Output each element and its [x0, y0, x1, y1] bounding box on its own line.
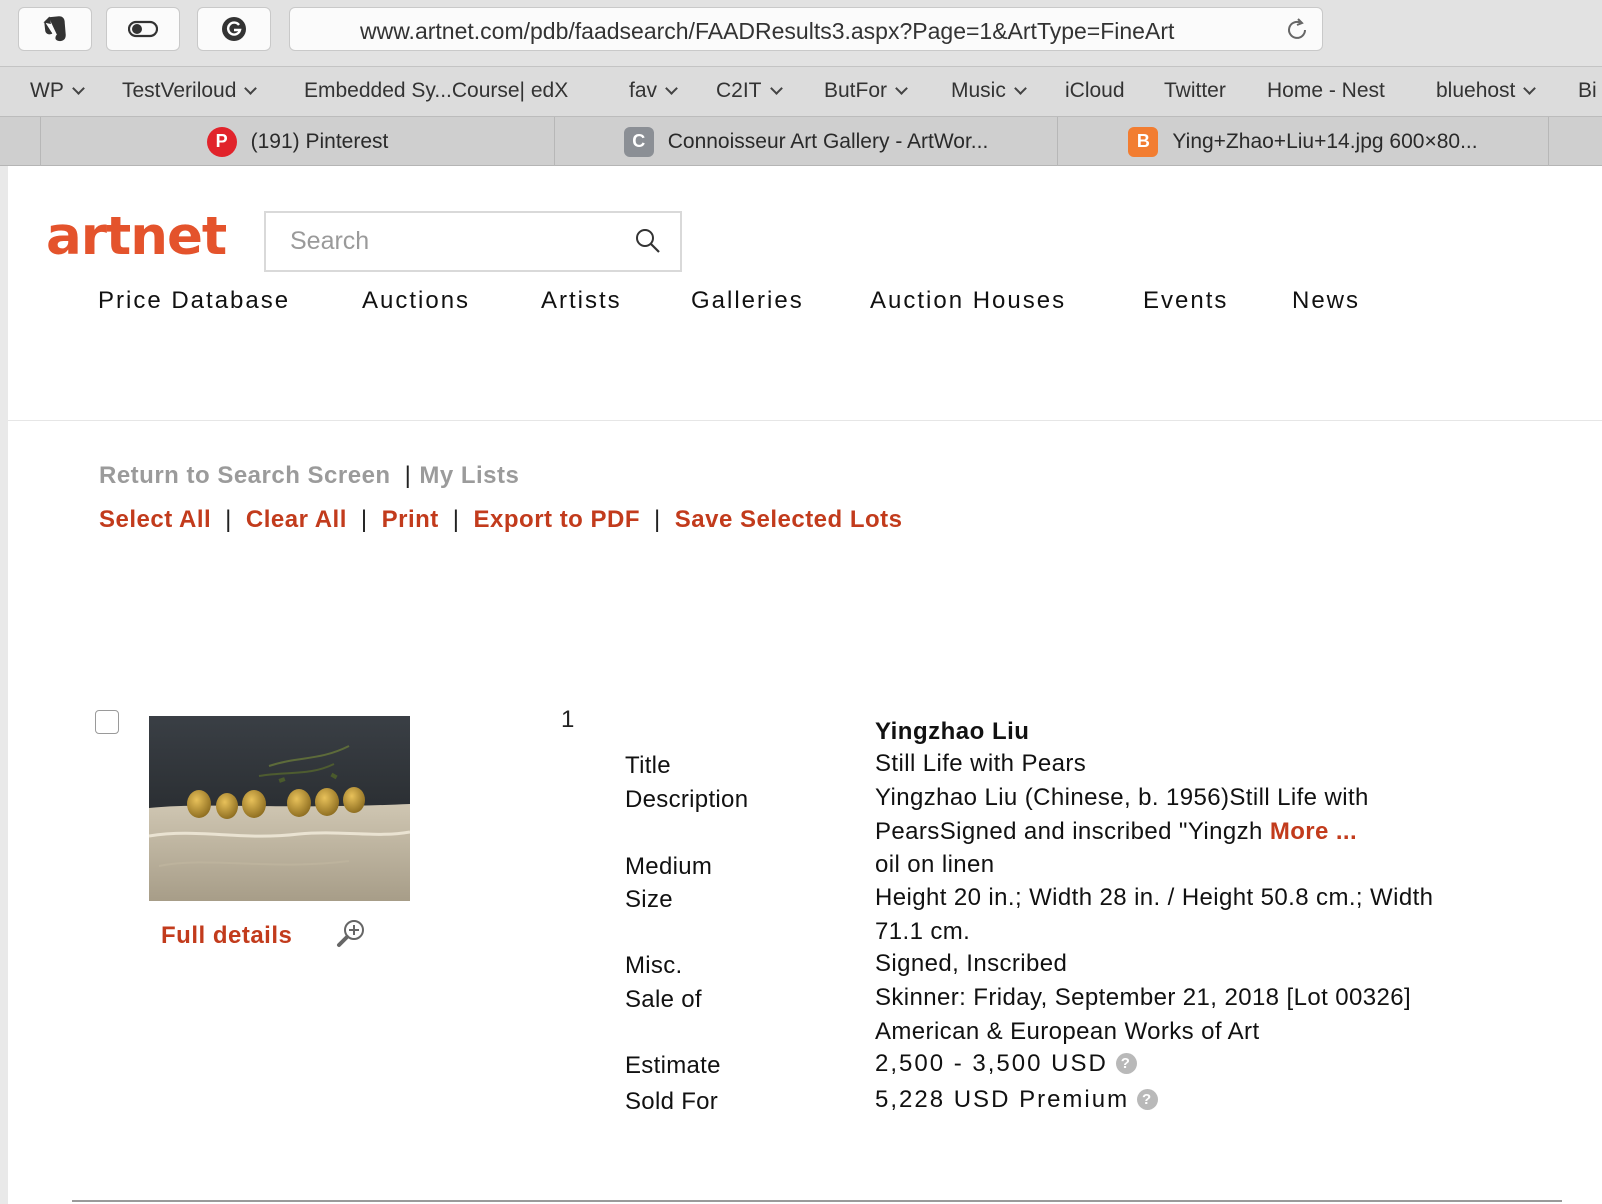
- label-sale: Sale of: [625, 986, 702, 1013]
- select-all-link[interactable]: Select All: [99, 506, 211, 533]
- description-line-1: Yingzhao Liu (Chinese, b. 1956)Still Lif…: [875, 784, 1369, 811]
- search-links: Return to Search Screen | My Lists: [99, 462, 520, 489]
- nav-artists[interactable]: Artists: [541, 287, 622, 315]
- label-estimate: Estimate: [625, 1052, 721, 1079]
- bookmark-bi[interactable]: Bi: [1578, 79, 1597, 103]
- tab-label: Connoisseur Art Gallery - ArtWor...: [667, 129, 989, 153]
- my-lists-link[interactable]: My Lists: [419, 462, 519, 489]
- label-description: Description: [625, 786, 749, 813]
- return-to-search-link[interactable]: Return to Search Screen: [99, 462, 391, 489]
- bookmark-butfor[interactable]: ButFor: [824, 79, 908, 103]
- value-description: Yingzhao Liu (Chinese, b. 1956)Still Lif…: [875, 781, 1369, 849]
- value-estimate: 2,500 - 3,500 USD?: [875, 1047, 1137, 1081]
- search-input[interactable]: [266, 213, 626, 270]
- bookmark-music[interactable]: Music: [951, 79, 1027, 103]
- tab-ying-zhao-image[interactable]: B Ying+Zhao+Liu+14.jpg 600×80...: [1057, 117, 1549, 166]
- value-medium: oil on linen: [875, 851, 995, 878]
- bookmark-c2it[interactable]: C2IT: [716, 79, 783, 103]
- nav-auctions[interactable]: Auctions: [362, 287, 470, 315]
- full-details-link[interactable]: Full details: [161, 922, 292, 950]
- pinterest-icon: P: [206, 126, 237, 157]
- value-misc: Signed, Inscribed: [875, 950, 1068, 977]
- bookmark-bluehost[interactable]: bluehost: [1436, 79, 1537, 103]
- evernote-extension-button[interactable]: [18, 7, 92, 51]
- header-divider: [8, 420, 1602, 421]
- lot-actions: Select All | Clear All | Print | Export to PDF…: [99, 506, 903, 533]
- browser-toolbar: www.artnet.com/pdb/faadsearch/FAADResult…: [0, 0, 1602, 66]
- help-icon[interactable]: ?: [1115, 1053, 1137, 1074]
- chevron-down-icon: [895, 82, 908, 95]
- evernote-icon: [43, 16, 66, 42]
- value-sale: Skinner: Friday, September 21, 2018 [Lot…: [875, 981, 1411, 1049]
- chevron-down-icon: [1523, 82, 1537, 95]
- bookmark-icloud[interactable]: iCloud: [1065, 79, 1125, 103]
- zoom-in-icon[interactable]: [336, 918, 368, 950]
- search-box: [264, 211, 682, 272]
- description-line-2: PearsSigned and inscribed "Yingzh: [875, 818, 1263, 845]
- artnet-logo[interactable]: artnet: [46, 206, 227, 267]
- address-bar[interactable]: www.artnet.com/pdb/faadsearch/FAADResult…: [289, 7, 1323, 51]
- help-icon[interactable]: ?: [1137, 1089, 1159, 1110]
- toggle-icon: [128, 20, 158, 38]
- tab-connoisseur[interactable]: C Connoisseur Art Gallery - ArtWor...: [554, 117, 1057, 166]
- bookmark-twitter[interactable]: Twitter: [1164, 79, 1226, 103]
- nav-events[interactable]: Events: [1143, 287, 1228, 315]
- nav-price-database[interactable]: Price Database: [98, 287, 290, 315]
- grammarly-icon: [222, 17, 246, 41]
- lot-number: 1: [561, 706, 575, 733]
- artwork-thumbnail[interactable]: [149, 716, 410, 901]
- bookmarks-bar: WP TestVeriloud Embedded Sy...Course| ed…: [0, 66, 1602, 116]
- sale-line-1: Skinner: Friday, September 21, 2018 [Lot…: [875, 984, 1412, 1011]
- bookmark-embedded-course[interactable]: Embedded Sy...Course| edX: [304, 79, 568, 103]
- still-life-pears-image: [149, 716, 410, 901]
- toggle-extension-button[interactable]: [106, 7, 180, 51]
- sold-amount: 5,228 USD Premium: [875, 1086, 1130, 1113]
- size-line-2: 71.1 cm.: [875, 918, 971, 945]
- lot-select-checkbox[interactable]: [95, 710, 119, 734]
- label-medium: Medium: [625, 853, 713, 880]
- reload-icon[interactable]: [1284, 17, 1310, 43]
- clear-all-link[interactable]: Clear All: [246, 506, 347, 533]
- nav-galleries[interactable]: Galleries: [691, 287, 804, 315]
- url-text: www.artnet.com/pdb/faadsearch/FAADResult…: [360, 18, 1175, 44]
- value-sold-for: 5,228 USD Premium?: [875, 1083, 1159, 1117]
- chevron-down-icon: [665, 82, 678, 95]
- estimate-amount: 2,500 - 3,500 USD: [875, 1050, 1108, 1077]
- nav-auction-houses[interactable]: Auction Houses: [870, 287, 1066, 315]
- save-selected-lots-link[interactable]: Save Selected Lots: [675, 506, 903, 533]
- value-size: Height 20 in.; Width 28 in. / Height 50.…: [875, 881, 1433, 949]
- bookmark-wp[interactable]: WP: [30, 79, 85, 103]
- tab-label: (191) Pinterest: [250, 129, 389, 153]
- tab-pinterest[interactable]: P (191) Pinterest: [40, 117, 554, 166]
- blogger-icon: B: [1128, 126, 1159, 157]
- nav-news[interactable]: News: [1292, 287, 1360, 315]
- sale-line-2: American & European Works of Art: [875, 1018, 1260, 1045]
- chevron-down-icon: [71, 82, 85, 95]
- value-title: Still Life with Pears: [875, 750, 1087, 777]
- search-icon[interactable]: [634, 227, 662, 255]
- chevron-down-icon: [244, 82, 258, 95]
- grammarly-extension-button[interactable]: [197, 7, 271, 51]
- artist-name[interactable]: Yingzhao Liu: [875, 718, 1029, 746]
- export-pdf-link[interactable]: Export to PDF: [474, 506, 641, 533]
- c-letter-icon: C: [623, 126, 654, 157]
- label-sold-for: Sold For: [625, 1088, 719, 1115]
- web-page: artnet Price Database Auctions Artists G…: [0, 166, 1602, 1204]
- bookmark-home-nest[interactable]: Home - Nest: [1267, 79, 1385, 103]
- label-size: Size: [625, 886, 673, 913]
- bookmark-fav[interactable]: fav: [629, 79, 678, 103]
- print-link[interactable]: Print: [382, 506, 439, 533]
- tab-label: Ying+Zhao+Liu+14.jpg 600×80...: [1172, 129, 1478, 153]
- tab-bar: P (191) Pinterest C Connoisseur Art Gall…: [0, 116, 1602, 166]
- size-line-1: Height 20 in.; Width 28 in. / Height 50.…: [875, 884, 1434, 911]
- label-misc: Misc.: [625, 952, 683, 979]
- more-link[interactable]: More ...: [1270, 818, 1357, 845]
- lot-separator: [72, 1200, 1562, 1202]
- chevron-down-icon: [1013, 82, 1027, 95]
- bookmark-testveriloud[interactable]: TestVeriloud: [122, 79, 258, 103]
- label-title: Title: [625, 752, 671, 779]
- chevron-down-icon: [769, 82, 783, 95]
